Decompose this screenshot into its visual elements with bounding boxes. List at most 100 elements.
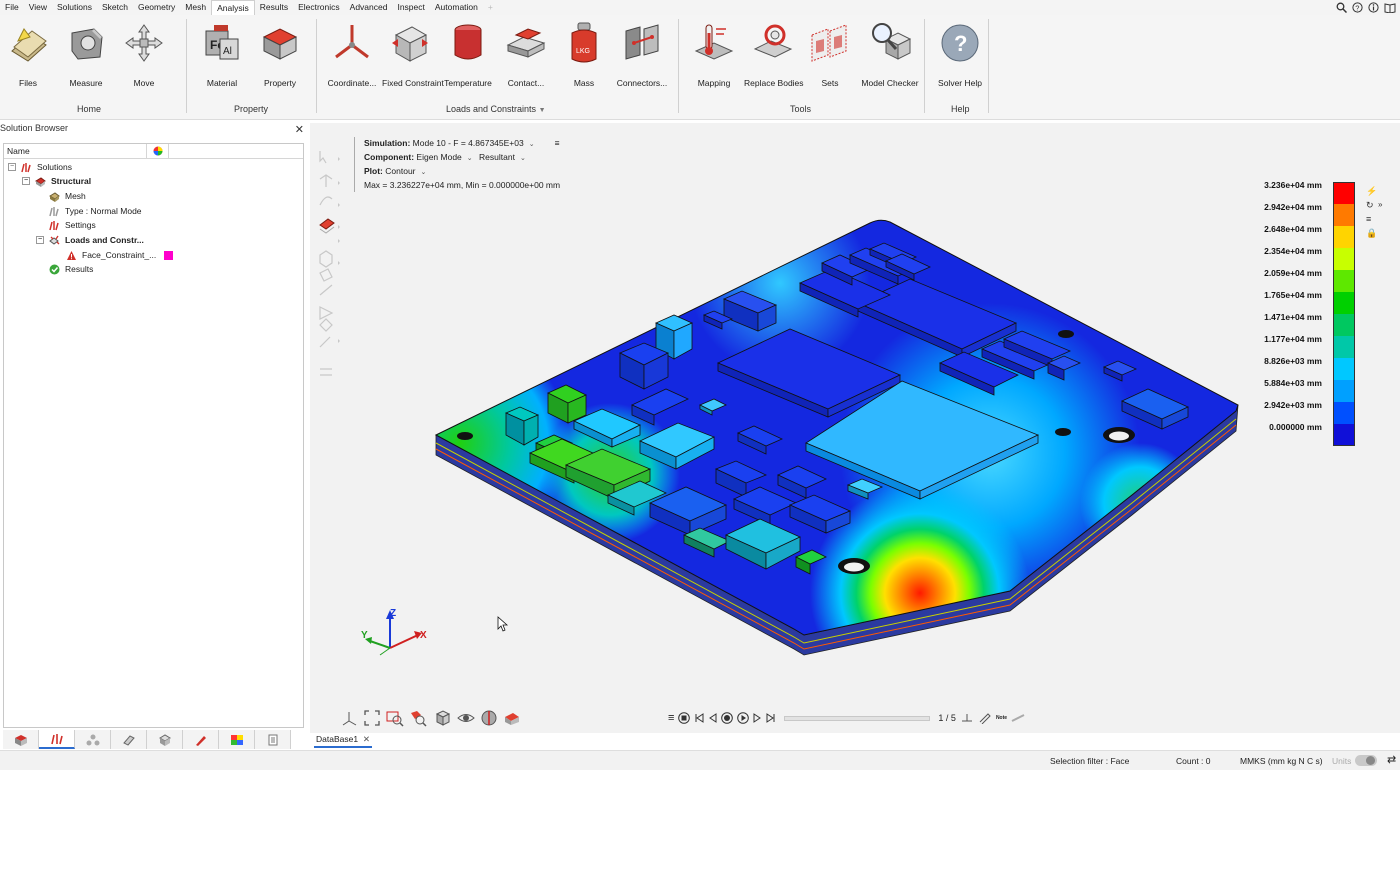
collapse-icon[interactable]: − xyxy=(22,177,30,185)
zoom-select-icon[interactable] xyxy=(409,709,427,727)
menu-file[interactable]: File xyxy=(0,0,24,15)
fixed-constraint-button[interactable]: Fixed Constraint xyxy=(382,21,444,91)
connectors-button[interactable]: Connectors... xyxy=(614,21,670,91)
plot-value[interactable]: Contour xyxy=(385,166,415,176)
menu-analysis[interactable]: Analysis xyxy=(211,0,255,15)
close-icon[interactable]: ✕ xyxy=(295,123,304,136)
document-tab[interactable]: DataBase1 ✕ xyxy=(314,733,372,748)
chevron-down-icon[interactable]: ⌄ xyxy=(529,141,535,148)
double-chevron-down-icon[interactable]: » xyxy=(1378,200,1382,209)
replace-bodies-button[interactable]: Replace Bodies xyxy=(744,21,804,91)
tree-item-settings[interactable]: Settings xyxy=(49,218,96,232)
ruler-icon[interactable] xyxy=(1011,712,1025,724)
tab-assembly[interactable] xyxy=(75,730,111,749)
eye-icon[interactable] xyxy=(457,709,475,727)
menu-sketch[interactable]: Sketch xyxy=(97,0,133,15)
collapse-icon[interactable]: − xyxy=(8,163,16,171)
units-system[interactable]: MMKS (mm kg N C s) xyxy=(1240,756,1323,766)
help-icon[interactable]: ? xyxy=(1352,2,1363,13)
record-icon[interactable] xyxy=(721,712,734,724)
model-checker-button[interactable]: Model Checker xyxy=(860,21,920,91)
component-value-2[interactable]: Resultant xyxy=(479,152,515,162)
mass-button[interactable]: LKG Mass xyxy=(556,21,612,91)
refresh-icon[interactable]: ↻ » xyxy=(1366,200,1382,214)
tab-parts[interactable] xyxy=(111,730,147,749)
files-button[interactable]: Files xyxy=(0,21,56,91)
menu-results[interactable]: Results xyxy=(255,0,293,15)
last-frame-icon[interactable] xyxy=(766,713,776,723)
animation-slider[interactable] xyxy=(784,715,931,721)
probe-icon[interactable] xyxy=(960,712,974,724)
menu-geometry[interactable]: Geometry xyxy=(133,0,180,15)
graphics-viewport[interactable]: Z X Y xyxy=(310,123,1400,733)
sets-button[interactable]: Sets xyxy=(802,21,858,91)
mapping-button[interactable]: Mapping xyxy=(686,21,742,91)
swap-arrows-icon[interactable]: ⇄ xyxy=(1387,753,1396,766)
column-header-name[interactable]: Name xyxy=(4,143,147,159)
simulation-row[interactable]: Simulation: Mode 10 - F = 4.867345E+03 ⌄ ≡ xyxy=(364,137,560,151)
menu-mesh[interactable]: Mesh xyxy=(180,0,211,15)
menu-view[interactable]: View xyxy=(24,0,52,15)
tab-bodies[interactable] xyxy=(147,730,183,749)
next-frame-icon[interactable] xyxy=(753,713,762,723)
previous-frame-icon[interactable] xyxy=(708,713,717,723)
fit-view-icon[interactable] xyxy=(363,709,381,727)
tree-item-results[interactable]: Results xyxy=(49,262,93,276)
measure-button[interactable]: Measure xyxy=(58,21,114,91)
tree-item-solutions[interactable]: − Solutions xyxy=(8,160,72,174)
loads-group-dropdown-icon[interactable]: ▼ xyxy=(539,107,546,114)
tree-item-type[interactable]: Type : Normal Mode xyxy=(49,204,142,218)
simulation-value[interactable]: Mode 10 - F = 4.867345E+03 xyxy=(413,138,524,148)
view-cube-icon[interactable] xyxy=(434,709,452,727)
chevron-down-icon[interactable]: ⌄ xyxy=(421,169,427,176)
note-button[interactable]: Note xyxy=(996,715,1007,721)
property-button[interactable]: Property xyxy=(252,21,308,91)
plot-row[interactable]: Plot: Contour ⌄ xyxy=(364,165,560,179)
hamburger-menu-icon[interactable]: ≡ xyxy=(668,712,674,724)
selection-filter-status[interactable]: Selection filter : Face xyxy=(1050,756,1129,766)
component-value[interactable]: Eigen Mode xyxy=(416,152,461,162)
menu-inspect[interactable]: Inspect xyxy=(392,0,429,15)
triad-view-icon[interactable] xyxy=(340,709,358,727)
tab-notes[interactable] xyxy=(255,730,291,749)
units-toggle[interactable] xyxy=(1355,755,1377,766)
play-icon[interactable] xyxy=(737,712,750,724)
zoom-box-icon[interactable] xyxy=(386,709,404,727)
temperature-button[interactable]: Temperature xyxy=(440,21,496,91)
render-mode-icon[interactable] xyxy=(503,709,521,727)
tab-model[interactable] xyxy=(3,730,39,749)
tree-item-loads-and-constraints[interactable]: − Loads and Constr... xyxy=(36,233,144,247)
solver-help-button[interactable]: ? Solver Help xyxy=(932,21,988,91)
menu-solutions[interactable]: Solutions xyxy=(52,0,97,15)
contact-button[interactable]: Contact... xyxy=(498,21,554,91)
first-frame-icon[interactable] xyxy=(694,713,704,723)
list-menu-icon[interactable]: ≡ xyxy=(555,138,560,148)
menu-advanced[interactable]: Advanced xyxy=(345,0,393,15)
tree-item-mesh[interactable]: Mesh xyxy=(49,189,86,203)
collapse-icon[interactable]: − xyxy=(36,236,44,244)
tab-materials[interactable] xyxy=(219,730,255,749)
tab-sketch[interactable] xyxy=(183,730,219,749)
component-row[interactable]: Component: Eigen Mode ⌄ Resultant ⌄ xyxy=(364,151,560,165)
menu-automation[interactable]: Automation xyxy=(430,0,483,15)
menu-electronics[interactable]: Electronics xyxy=(293,0,345,15)
lock-icon[interactable]: 🔒 xyxy=(1366,228,1380,242)
color-swatch[interactable] xyxy=(164,250,174,260)
chevron-down-icon[interactable]: ⌄ xyxy=(467,155,473,162)
add-tab-button[interactable]: + xyxy=(483,0,498,15)
close-icon[interactable]: ✕ xyxy=(363,733,370,746)
material-button[interactable]: Fe Al Material xyxy=(194,21,250,91)
book-icon[interactable] xyxy=(1384,2,1396,13)
info-icon[interactable] xyxy=(1368,2,1379,13)
pencil-measure-icon[interactable] xyxy=(978,712,992,724)
tab-solutions[interactable] xyxy=(39,730,75,749)
section-view-icon[interactable] xyxy=(480,709,498,727)
search-icon[interactable] xyxy=(1336,2,1347,13)
tree-item-face-constraint[interactable]: Face_Constraint_... xyxy=(66,248,174,262)
color-wheel-icon[interactable] xyxy=(147,143,169,159)
tree-item-structural[interactable]: − Structural xyxy=(22,174,91,188)
selection-tools[interactable] xyxy=(316,147,342,387)
contour-plot-model[interactable]: Z X Y xyxy=(310,123,1400,733)
move-button[interactable]: Move xyxy=(116,21,172,91)
list-icon[interactable]: ≡ xyxy=(1366,214,1380,228)
